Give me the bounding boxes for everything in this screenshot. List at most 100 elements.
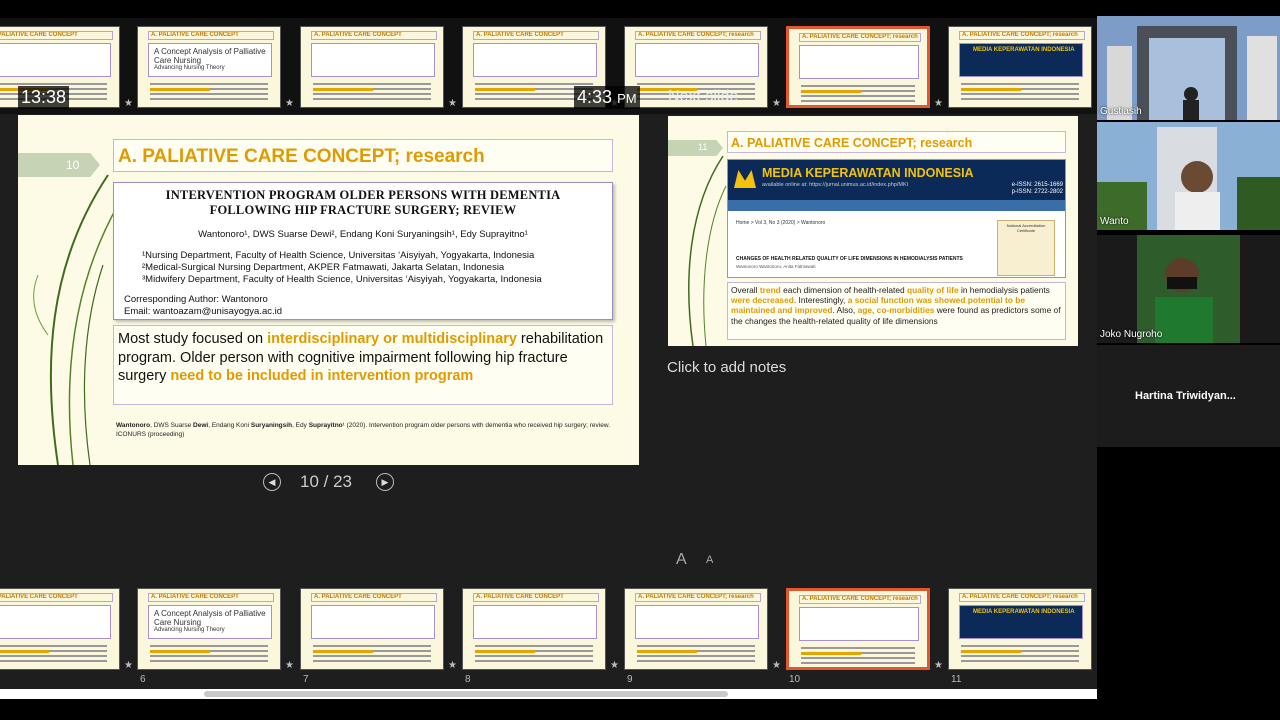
thumbnail-star-icon[interactable]: ★ bbox=[285, 98, 294, 109]
thumbnail-title: A. PALIATIVE CARE CONCEPT; research bbox=[959, 31, 1085, 40]
increase-font-button[interactable]: A bbox=[676, 551, 687, 569]
thumbnail-strip-top[interactable]: A. PALIATIVE CARE CONCEPT ★ A. PALIATIVE C… bbox=[0, 18, 1097, 114]
thumbnail-star-icon[interactable]: ★ bbox=[285, 660, 294, 671]
thumbnail-star-icon[interactable]: ★ bbox=[124, 98, 133, 109]
thumbnail-number: 7 bbox=[303, 674, 309, 685]
journal-url: available online at: https://jurnal.unim… bbox=[762, 182, 909, 188]
slide-thumbnail[interactable]: A. PALIATIVE CARE CONCEPT A Concept Analy… bbox=[137, 588, 281, 670]
thumbnail-text-line bbox=[150, 98, 268, 100]
previous-slide-button[interactable]: ◀ bbox=[263, 473, 281, 491]
thumbnail-highlight bbox=[0, 650, 49, 653]
thumbnail-text-line bbox=[0, 83, 107, 85]
thumbnail-number: 10 bbox=[789, 674, 801, 685]
thumbnail-journal-name: MEDIA KEPERAWATAN INDONESIA bbox=[973, 609, 1075, 615]
thumbnail-highlight bbox=[150, 650, 210, 653]
participant-tile[interactable]: Gustiasih bbox=[1097, 16, 1280, 120]
thumbnail-star-icon[interactable]: ★ bbox=[610, 660, 619, 671]
next-slide-button[interactable]: ▶ bbox=[376, 473, 394, 491]
thumbnail-text-line bbox=[961, 655, 1079, 657]
thumbnail-text-line bbox=[961, 645, 1079, 647]
slide-thumbnail[interactable]: A. PALIATIVE CARE CONCEPT A Concept Analy… bbox=[137, 26, 281, 108]
thumbnail-text-line bbox=[801, 657, 915, 659]
journal-logo-icon bbox=[734, 170, 756, 188]
paper-abstract-image: INTERVENTION PROGRAM OLDER PERSONS WITH … bbox=[113, 182, 613, 320]
thumbnail-text: A Concept Analysis of Palliative bbox=[154, 47, 266, 56]
thumbnail-highlight bbox=[150, 88, 210, 91]
decrease-font-button[interactable]: A bbox=[706, 554, 713, 566]
participant-tile[interactable]: Wanto bbox=[1097, 122, 1280, 230]
slide-thumbnail[interactable]: A. PALIATIVE CARE CONCEPT bbox=[462, 588, 606, 670]
thumbnail-text-line bbox=[637, 83, 755, 85]
thumbnail-title: A. PALIATIVE CARE CONCEPT; research bbox=[635, 31, 761, 40]
thumbnail-text-line bbox=[475, 660, 593, 662]
thumbnail-text-line bbox=[801, 647, 915, 649]
thumbnail-highlight bbox=[475, 88, 535, 91]
thumbnail-strip-bottom[interactable]: A. PALIATIVE CARE CONCEPT★5A. PALIATIVE … bbox=[0, 585, 1097, 689]
horizontal-scrollbar[interactable] bbox=[0, 689, 1097, 699]
participant-video-joko bbox=[1137, 235, 1240, 343]
thumbnail-text: Care Nursing bbox=[154, 56, 202, 65]
thumbnail-text-line bbox=[313, 645, 431, 647]
thumbnail-title: A. PALIATIVE CARE CONCEPT bbox=[148, 31, 274, 40]
paper-affiliation-2: ²Medical-Surgical Nursing Department, AK… bbox=[142, 262, 505, 273]
thumbnail-star-icon[interactable]: ★ bbox=[448, 660, 457, 671]
slide-thumbnail[interactable]: A. PALIATIVE CARE CONCEPT; research MEDIA… bbox=[948, 26, 1092, 108]
participant-video-building-frame bbox=[1097, 16, 1280, 120]
slide-thumbnail[interactable]: A. PALIATIVE CARE CONCEPT; research MEDIA… bbox=[948, 588, 1092, 670]
next-slide-title: A. PALIATIVE CARE CONCEPT; research bbox=[731, 136, 973, 150]
participant-tile-no-video[interactable]: Hartina Triwidyan... bbox=[1097, 345, 1280, 447]
thumbnail-text: A Concept Analysis of Palliative bbox=[154, 609, 266, 618]
slide-thumbnail[interactable]: A. PALIATIVE CARE CONCEPT bbox=[300, 26, 444, 108]
slide-thumbnail[interactable]: A. PALIATIVE CARE CONCEPT; research bbox=[624, 588, 768, 670]
paper-corresponding-author: Corresponding Author: Wantonoro bbox=[124, 294, 268, 305]
next-slide-label: Next slide bbox=[668, 88, 739, 105]
thumbnail-star-icon[interactable]: ★ bbox=[448, 98, 457, 109]
thumbnail-text-line bbox=[801, 85, 915, 87]
thumbnail-number: 6 bbox=[140, 674, 146, 685]
slide-title-box: A. PALIATIVE CARE CONCEPT; research bbox=[113, 139, 613, 172]
thumbnail-title: A. PALIATIVE CARE CONCEPT; research bbox=[799, 595, 921, 604]
thumbnail-highlight bbox=[961, 650, 1021, 653]
thumbnail-text-line bbox=[150, 83, 268, 85]
journal-nav-bar: Home About Login Register Search Current Archi… bbox=[728, 200, 1065, 217]
time-overlay-right: 4:33 PM bbox=[574, 86, 640, 109]
next-slide-title-box: A. PALIATIVE CARE CONCEPT; research bbox=[727, 131, 1066, 153]
thumbnail-text-line bbox=[961, 93, 1079, 95]
thumbnail-highlight bbox=[637, 650, 697, 653]
paper-authors: Wantonoro¹, DWS Suarse Dewi², Endang Kon… bbox=[198, 229, 528, 240]
paper-email: Email: wantoazam@unisayogya.ac.id bbox=[124, 306, 283, 317]
paper-affiliation-3: ³Midwifery Department, Faculty of Health… bbox=[142, 274, 542, 285]
thumbnail-title: A. PALIATIVE CARE CONCEPT bbox=[473, 31, 599, 40]
thumbnail-highlight bbox=[961, 88, 1021, 91]
slide-body-box: Most study focused on interdisciplinary … bbox=[113, 325, 613, 405]
thumbnail-text-line bbox=[0, 655, 107, 657]
thumbnail-star-icon[interactable]: ★ bbox=[124, 660, 133, 671]
thumbnail-title: A. PALIATIVE CARE CONCEPT bbox=[473, 593, 599, 602]
thumbnail-star-icon[interactable]: ★ bbox=[934, 98, 943, 109]
slide-thumbnail[interactable]: A. PALIATIVE CARE CONCEPT; research bbox=[786, 26, 930, 108]
slide-thumbnail[interactable]: A. PALIATIVE CARE CONCEPT bbox=[0, 588, 120, 670]
participant-tile[interactable]: Joko Nugroho bbox=[1097, 235, 1280, 343]
scrollbar-thumb[interactable] bbox=[204, 691, 728, 697]
thumbnail-star-icon[interactable]: ★ bbox=[772, 98, 781, 109]
thumbnail-content-box bbox=[799, 45, 919, 79]
thumbnail-text-line bbox=[637, 645, 755, 647]
thumbnail-highlight bbox=[475, 650, 535, 653]
journal-name: MEDIA KEPERAWATAN INDONESIA bbox=[762, 166, 974, 180]
slide-thumbnail[interactable]: A. PALIATIVE CARE CONCEPT; research bbox=[786, 588, 930, 670]
thumbnail-highlight bbox=[801, 90, 861, 93]
thumbnail-text-line bbox=[801, 662, 915, 664]
thumbnail-content-box bbox=[311, 43, 435, 77]
speaker-notes-area[interactable]: Click to add notes bbox=[667, 359, 786, 376]
slide-thumbnail[interactable]: A. PALIATIVE CARE CONCEPT bbox=[300, 588, 444, 670]
thumbnail-text-line bbox=[475, 645, 593, 647]
thumbnail-star-icon[interactable]: ★ bbox=[772, 660, 781, 671]
thumbnail-star-icon[interactable]: ★ bbox=[934, 660, 943, 671]
thumbnail-highlight bbox=[801, 652, 861, 655]
thumbnail-title: A. PALIATIVE CARE CONCEPT bbox=[148, 593, 274, 602]
next-slide-preview[interactable]: 11 A. PALIATIVE CARE CONCEPT; research M… bbox=[668, 116, 1078, 346]
thumbnail-title: A. PALIATIVE CARE CONCEPT; research bbox=[799, 33, 921, 42]
thumbnail-text-line bbox=[313, 98, 431, 100]
thumbnail-text-line bbox=[475, 655, 593, 657]
thumbnail-text-line bbox=[313, 83, 431, 85]
